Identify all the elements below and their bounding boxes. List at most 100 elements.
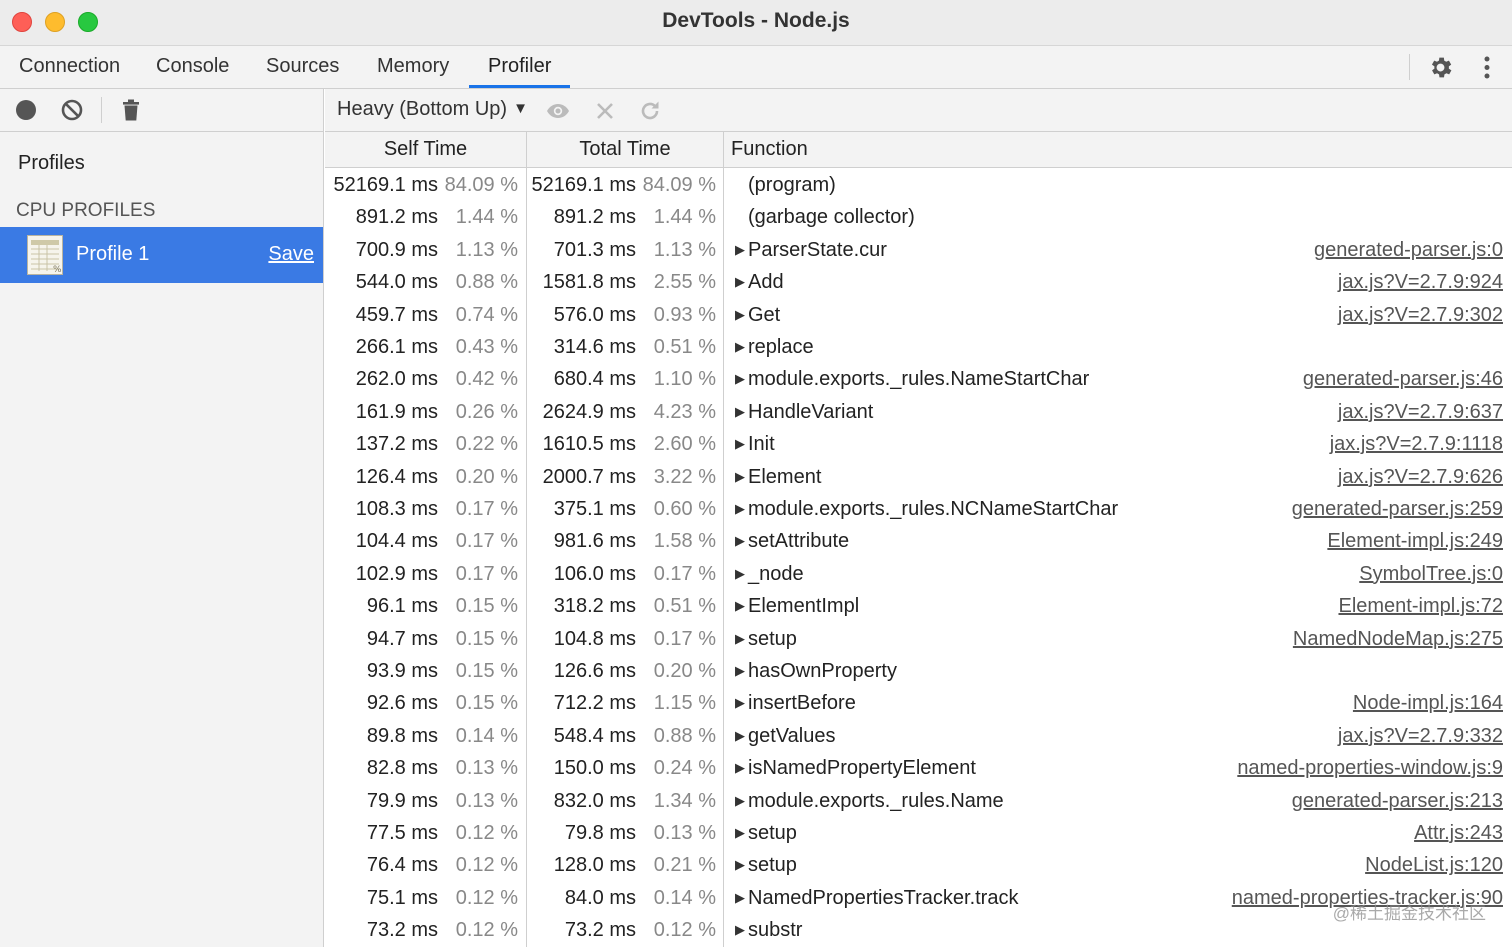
- source-location-link[interactable]: jax.js?V=2.7.9:1118: [1330, 428, 1503, 460]
- total-time-percent: 0.17 %: [653, 627, 716, 650]
- self-time-percent: 0.17 %: [455, 530, 518, 553]
- table-row[interactable]: 92.6 ms 0.15 % 712.2 ms 1.15 % insertBefore ▶…: [325, 687, 1512, 719]
- source-location-link[interactable]: named-properties-window.js:9: [1237, 752, 1503, 784]
- expand-triangle-icon[interactable]: ▶: [735, 849, 745, 881]
- table-row[interactable]: 79.9 ms 0.13 % 832.0 ms 1.34 % module.export…: [325, 785, 1512, 817]
- source-location-link[interactable]: Element-impl.js:249: [1327, 525, 1503, 557]
- function-name: setup: [748, 854, 797, 877]
- source-location-link[interactable]: NodeList.js:120: [1365, 849, 1503, 881]
- self-time-percent: 0.88 %: [455, 271, 518, 294]
- total-time-ms: 712.2 ms: [553, 692, 636, 715]
- table-row[interactable]: 137.2 ms 0.22 % 1610.5 ms 2.60 % Init ▶ jax.js…: [325, 428, 1512, 460]
- tab-sources[interactable]: Sources: [247, 46, 358, 88]
- source-location-link[interactable]: jax.js?V=2.7.9:626: [1338, 461, 1503, 493]
- column-header-function[interactable]: Function: [731, 132, 808, 167]
- expand-triangle-icon[interactable]: ▶: [735, 299, 745, 331]
- record-icon[interactable]: [14, 98, 38, 122]
- table-row[interactable]: 96.1 ms 0.15 % 318.2 ms 0.51 % ElementImpl ▶ E…: [325, 590, 1512, 622]
- reload-icon[interactable]: [638, 99, 662, 123]
- source-location-link[interactable]: generated-parser.js:46: [1303, 363, 1503, 395]
- source-location-link[interactable]: jax.js?V=2.7.9:924: [1338, 266, 1503, 298]
- column-header-total-time[interactable]: Total Time: [527, 132, 723, 167]
- table-row[interactable]: 82.8 ms 0.13 % 150.0 ms 0.24 % isNamedProper…: [325, 752, 1512, 784]
- table-row[interactable]: 94.7 ms 0.15 % 104.8 ms 0.17 % setup ▶ NamedNo…: [325, 623, 1512, 655]
- table-row[interactable]: 266.1 ms 0.43 % 314.6 ms 0.51 % replace ▶: [325, 331, 1512, 363]
- expand-triangle-icon[interactable]: ▶: [735, 331, 745, 363]
- expand-triangle-icon[interactable]: ▶: [735, 752, 745, 784]
- table-row[interactable]: 76.4 ms 0.12 % 128.0 ms 0.21 % setup ▶ NodeLis…: [325, 849, 1512, 881]
- expand-triangle-icon[interactable]: ▶: [735, 396, 745, 428]
- expand-triangle-icon[interactable]: ▶: [735, 590, 745, 622]
- close-icon[interactable]: [593, 99, 617, 123]
- source-location-link[interactable]: generated-parser.js:213: [1292, 785, 1503, 817]
- expand-triangle-icon[interactable]: ▶: [735, 461, 745, 493]
- table-row[interactable]: 102.9 ms 0.17 % 106.0 ms 0.17 % _node ▶ Symbol…: [325, 558, 1512, 590]
- tab-memory[interactable]: Memory: [358, 46, 468, 88]
- tab-console[interactable]: Console: [137, 46, 248, 88]
- expand-triangle-icon[interactable]: ▶: [735, 558, 745, 590]
- table-row[interactable]: 700.9 ms 1.13 % 701.3 ms 1.13 % ParserState.…: [325, 234, 1512, 266]
- self-time-ms: 544.0 ms: [355, 271, 438, 294]
- source-location-link[interactable]: NamedNodeMap.js:275: [1293, 623, 1503, 655]
- clear-icon[interactable]: [60, 98, 84, 122]
- expand-triangle-icon[interactable]: ▶: [735, 655, 745, 687]
- source-location-link[interactable]: jax.js?V=2.7.9:332: [1338, 720, 1503, 752]
- eye-icon[interactable]: [546, 99, 570, 123]
- self-time-ms: 93.9 ms: [366, 660, 438, 682]
- table-row[interactable]: 52169.1 ms 84.09 % 52169.1 ms 84.09 % (progr…: [325, 169, 1512, 201]
- expand-triangle-icon[interactable]: ▶: [735, 363, 745, 395]
- expand-triangle-icon[interactable]: ▶: [735, 720, 745, 752]
- total-time-ms: 981.6 ms: [553, 530, 636, 553]
- expand-triangle-icon[interactable]: ▶: [735, 428, 745, 460]
- expand-triangle-icon[interactable]: ▶: [735, 493, 745, 525]
- save-profile-link[interactable]: Save: [268, 243, 314, 266]
- table-row[interactable]: 544.0 ms 0.88 % 1581.8 ms 2.55 % Add ▶ jax.js?…: [325, 266, 1512, 298]
- function-name: Element: [748, 465, 822, 488]
- self-time-ms: 700.9 ms: [355, 238, 438, 261]
- expand-triangle-icon[interactable]: ▶: [735, 817, 745, 849]
- source-location-link[interactable]: jax.js?V=2.7.9:637: [1338, 396, 1503, 428]
- table-row[interactable]: 161.9 ms 0.26 % 2624.9 ms 4.23 % HandleVaria…: [325, 396, 1512, 428]
- total-time-percent: 1.34 %: [653, 789, 716, 812]
- function-name: (garbage collector): [748, 206, 915, 229]
- table-row[interactable]: 126.4 ms 0.20 % 2000.7 ms 3.22 % Element ▶ jax…: [325, 461, 1512, 493]
- source-location-link[interactable]: Element-impl.js:72: [1338, 590, 1503, 622]
- table-row[interactable]: 93.9 ms 0.15 % 126.6 ms 0.20 % hasOwnPropert…: [325, 655, 1512, 687]
- gear-icon[interactable]: [1427, 54, 1454, 81]
- view-mode-select[interactable]: Heavy (Bottom Up) ▼: [337, 98, 528, 121]
- self-time-ms: 891.2 ms: [355, 206, 438, 229]
- tab-profiler[interactable]: Profiler: [469, 46, 571, 88]
- expand-triangle-icon[interactable]: ▶: [735, 623, 745, 655]
- source-location-link[interactable]: Node-impl.js:164: [1353, 687, 1503, 719]
- table-row[interactable]: 104.4 ms 0.17 % 981.6 ms 1.58 % setAttribute…: [325, 525, 1512, 557]
- total-time-percent: 0.51 %: [653, 595, 716, 618]
- source-location-link[interactable]: SymbolTree.js:0: [1359, 558, 1503, 590]
- column-header-self-time[interactable]: Self Time: [325, 132, 526, 167]
- table-row[interactable]: 459.7 ms 0.74 % 576.0 ms 0.93 % Get ▶ jax.js?V…: [325, 299, 1512, 331]
- table-row[interactable]: 89.8 ms 0.14 % 548.4 ms 0.88 % getValues ▶ jax…: [325, 720, 1512, 752]
- table-row[interactable]: 108.3 ms 0.17 % 375.1 ms 0.60 % module.expor…: [325, 493, 1512, 525]
- source-location-link[interactable]: generated-parser.js:0: [1314, 234, 1503, 266]
- more-options-icon[interactable]: [1476, 54, 1498, 81]
- expand-triangle-icon[interactable]: ▶: [735, 234, 745, 266]
- total-time-percent: 1.10 %: [653, 368, 716, 391]
- self-time-percent: 0.14 %: [455, 724, 518, 747]
- table-row[interactable]: 891.2 ms 1.44 % 891.2 ms 1.44 % (garbage col…: [325, 201, 1512, 233]
- expand-triangle-icon[interactable]: ▶: [735, 525, 745, 557]
- expand-triangle-icon[interactable]: ▶: [735, 687, 745, 719]
- table-row[interactable]: 262.0 ms 0.42 % 680.4 ms 1.10 % module.expor…: [325, 363, 1512, 395]
- expand-triangle-icon[interactable]: ▶: [735, 785, 745, 817]
- source-location-link[interactable]: jax.js?V=2.7.9:302: [1338, 299, 1503, 331]
- source-location-link[interactable]: generated-parser.js:259: [1292, 493, 1503, 525]
- tab-connection[interactable]: Connection: [0, 46, 139, 88]
- table-row[interactable]: 77.5 ms 0.12 % 79.8 ms 0.13 % setup ▶ Attr.js:…: [325, 817, 1512, 849]
- expand-triangle-icon[interactable]: ▶: [735, 914, 745, 946]
- trash-icon[interactable]: [119, 98, 143, 122]
- total-time-percent: 4.23 %: [653, 400, 716, 423]
- expand-triangle-icon[interactable]: ▶: [735, 266, 745, 298]
- expand-triangle-icon[interactable]: ▶: [735, 882, 745, 914]
- self-time-percent: 0.15 %: [455, 660, 518, 682]
- profile-list-item[interactable]: % Profile 1 Save: [0, 227, 323, 283]
- total-time-percent: 84.09 %: [642, 174, 716, 196]
- source-location-link[interactable]: Attr.js:243: [1414, 817, 1503, 849]
